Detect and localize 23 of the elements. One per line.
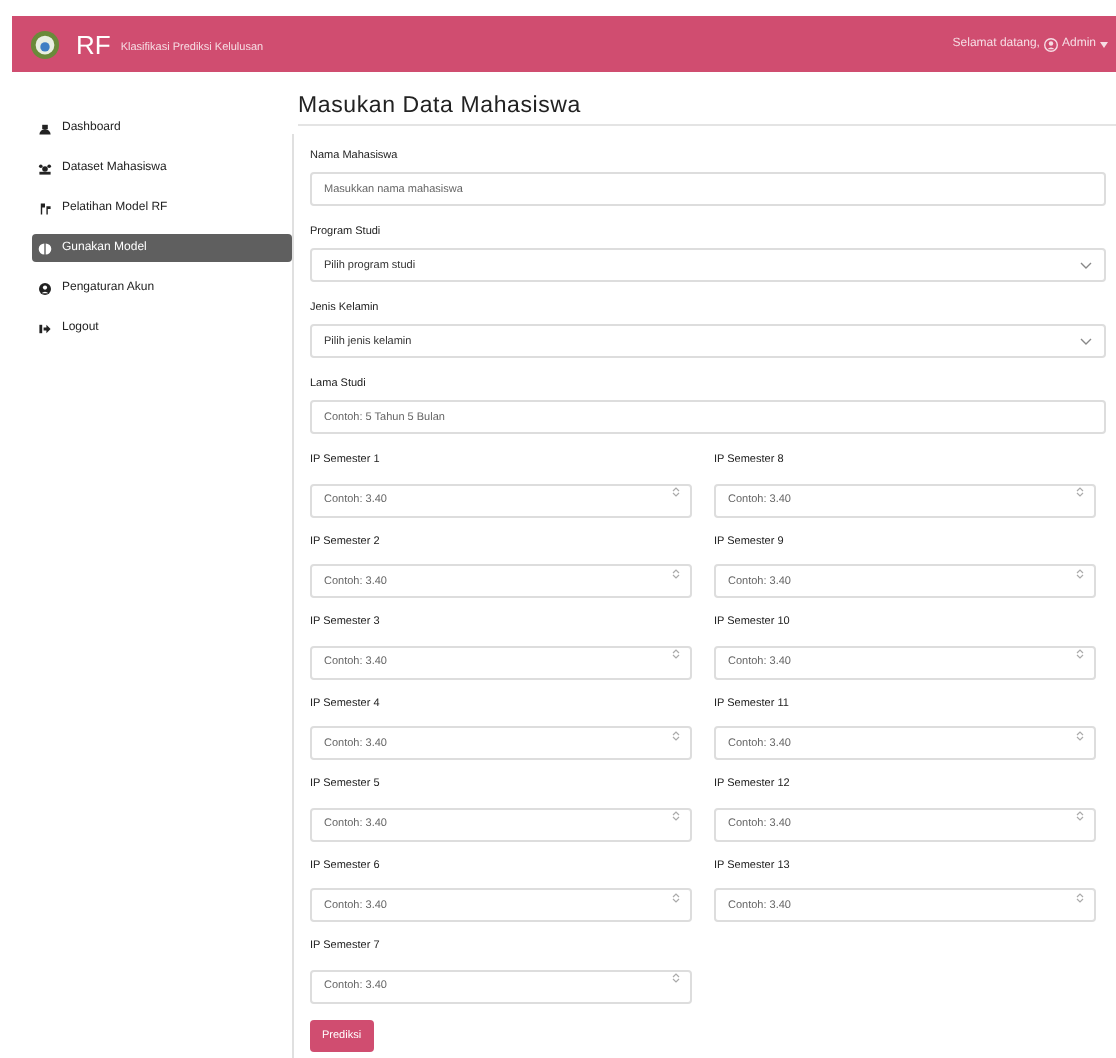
caret-icon (1100, 41, 1108, 47)
logo-icon (30, 29, 60, 59)
spinner-icon[interactable] (672, 567, 680, 579)
page-title: Masukan Data Mahasiswa (298, 94, 1116, 126)
spinner-icon[interactable] (672, 810, 680, 822)
chevron-icon (1080, 261, 1092, 269)
spinner-icon[interactable] (1076, 810, 1084, 822)
user-icon (1043, 37, 1058, 51)
spinner-icon[interactable] (1076, 729, 1084, 741)
spinner-icon[interactable] (1076, 486, 1084, 498)
spinner-icon[interactable] (672, 891, 680, 903)
spinner-icon[interactable] (1076, 891, 1084, 903)
spinner-icon[interactable] (1076, 648, 1084, 660)
spinner-icon[interactable] (1076, 567, 1084, 579)
spinner-icon[interactable] (672, 972, 680, 984)
user-circle-icon (38, 281, 52, 295)
logout-icon (38, 321, 52, 335)
spinner-icon[interactable] (672, 648, 680, 660)
app-logo-text: RF (76, 29, 111, 59)
spinner-icon[interactable] (672, 729, 680, 741)
users-icon (38, 161, 52, 175)
spinner-icon[interactable] (672, 486, 680, 498)
chevron-icon (1080, 337, 1092, 345)
